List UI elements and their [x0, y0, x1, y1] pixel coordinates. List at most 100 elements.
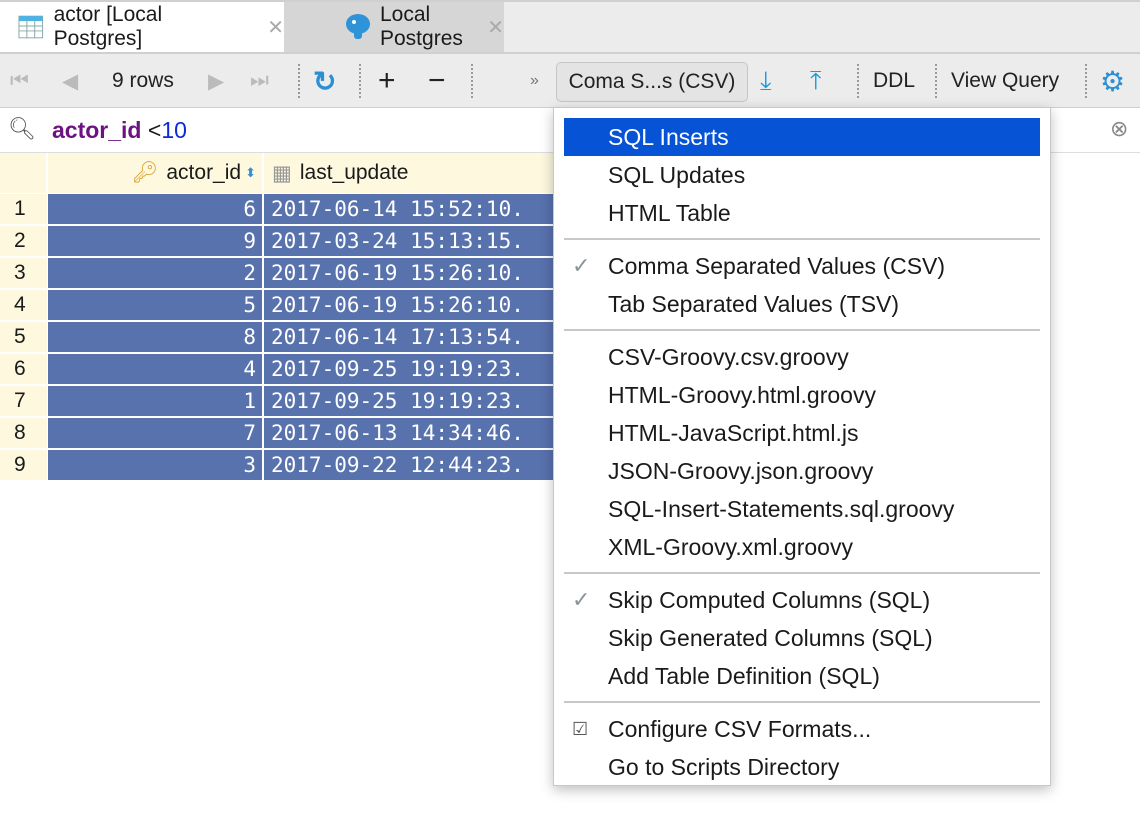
- menu-item-label: HTML-Groovy.html.groovy: [608, 382, 876, 408]
- menu-item-label: HTML Table: [608, 200, 731, 226]
- menu-item-label: Add Table Definition (SQL): [608, 663, 880, 689]
- more-icon[interactable]: »: [530, 54, 539, 108]
- menu-item-sql-updates[interactable]: SQL Updates: [564, 156, 1040, 194]
- menu-item-label: HTML-JavaScript.html.js: [608, 420, 859, 446]
- table-row[interactable]: 4 5 2017-06-19 15:26:10.: [0, 290, 560, 320]
- column-header-actor-id[interactable]: 🔑︎ actor_id ⬍: [48, 153, 264, 193]
- column-header-last-update[interactable]: ▦ last_update: [264, 153, 560, 193]
- tab-actor[interactable]: actor [Local Postgres] ✕: [0, 2, 284, 52]
- cell-last-update[interactable]: 2017-06-14 15:52:10.: [264, 194, 560, 224]
- cell-last-update[interactable]: 2017-06-19 15:26:10.: [264, 258, 560, 288]
- menu-separator: [564, 701, 1040, 703]
- menu-item-tab-separated-values-tsv[interactable]: Tab Separated Values (TSV): [564, 285, 1040, 323]
- row-number[interactable]: 6: [0, 354, 47, 384]
- table-row[interactable]: 8 7 2017-06-13 14:34:46.: [0, 418, 560, 448]
- menu-item-html-javascript-html-js[interactable]: HTML-JavaScript.html.js: [564, 414, 1040, 452]
- checkmark-icon: ✓: [572, 587, 591, 612]
- export-format-dropdown[interactable]: Coma S...s (CSV): [556, 62, 748, 102]
- clear-filter-icon[interactable]: ⊗: [1110, 116, 1128, 142]
- filter-column: actor_id: [52, 117, 142, 143]
- table-row[interactable]: 1 6 2017-06-14 15:52:10.: [0, 194, 560, 224]
- menu-item-label: Go to Scripts Directory: [608, 754, 840, 780]
- delete-row-icon[interactable]: −: [428, 54, 446, 108]
- cell-last-update[interactable]: 2017-09-22 12:44:23.: [264, 450, 560, 480]
- row-number[interactable]: 9: [0, 450, 47, 480]
- last-page-icon[interactable]: ⏭: [250, 54, 269, 108]
- menu-separator: [564, 329, 1040, 331]
- menu-item-html-table[interactable]: HTML Table: [564, 194, 1040, 232]
- table-header: 🔑︎ actor_id ⬍ ▦ last_update: [0, 153, 560, 193]
- cell-actor-id[interactable]: 3: [48, 450, 262, 480]
- table-row[interactable]: 3 2 2017-06-19 15:26:10.: [0, 258, 560, 288]
- ddl-button[interactable]: DDL: [873, 54, 915, 108]
- cell-last-update[interactable]: 2017-06-19 15:26:10.: [264, 290, 560, 320]
- menu-item-skip-computed-columns-sql[interactable]: ✓ Skip Computed Columns (SQL): [564, 581, 1040, 619]
- download-icon[interactable]: ⤓: [760, 54, 772, 108]
- toolbar: ⏮ ◀ 9 rows ▶ ⏭ ↻ + − » Coma S...s (CSV) …: [0, 54, 1140, 108]
- row-number[interactable]: 8: [0, 418, 47, 448]
- gear-icon[interactable]: ⚙: [1100, 54, 1125, 108]
- menu-item-label: SQL Inserts: [608, 124, 729, 150]
- search-history-icon[interactable]: 🔍︎: [8, 116, 36, 142]
- menu-item-html-groovy-html-groovy[interactable]: HTML-Groovy.html.groovy: [564, 376, 1040, 414]
- view-query-button[interactable]: View Query: [951, 54, 1059, 108]
- menu-item-label: JSON-Groovy.json.groovy: [608, 458, 874, 484]
- menu-item-json-groovy-json-groovy[interactable]: JSON-Groovy.json.groovy: [564, 452, 1040, 490]
- menu-item-csv-groovy-csv-groovy[interactable]: CSV-Groovy.csv.groovy: [564, 338, 1040, 376]
- table-row[interactable]: 9 3 2017-09-22 12:44:23.: [0, 450, 560, 480]
- row-number[interactable]: 2: [0, 226, 47, 256]
- menu-item-sql-insert-statements-sql-groovy[interactable]: SQL-Insert-Statements.sql.groovy: [564, 490, 1040, 528]
- first-page-icon[interactable]: ⏮: [10, 54, 29, 108]
- upload-icon[interactable]: ⤒: [810, 54, 822, 108]
- menu-item-label: Skip Computed Columns (SQL): [608, 587, 931, 613]
- cell-actor-id[interactable]: 5: [48, 290, 262, 320]
- filter-operator: <: [147, 117, 162, 143]
- cell-actor-id[interactable]: 4: [48, 354, 262, 384]
- cell-last-update[interactable]: 2017-09-25 19:19:23.: [264, 386, 560, 416]
- rows-count[interactable]: 9 rows: [112, 54, 174, 108]
- row-number[interactable]: 7: [0, 386, 47, 416]
- tab-local-postgres[interactable]: Local Postgres ✕: [284, 2, 504, 52]
- row-number[interactable]: 1: [0, 194, 47, 224]
- tab-label: actor [Local Postgres]: [53, 3, 163, 50]
- next-page-icon[interactable]: ▶: [208, 54, 224, 108]
- menu-item-comma-separated-values-csv[interactable]: ✓ Comma Separated Values (CSV): [564, 247, 1040, 285]
- tab-label: Local Postgres: [380, 3, 463, 50]
- cell-last-update[interactable]: 2017-06-13 14:34:46.: [264, 418, 560, 448]
- menu-item-skip-generated-columns-sql[interactable]: Skip Generated Columns (SQL): [564, 619, 1040, 657]
- previous-page-icon[interactable]: ◀: [62, 54, 78, 108]
- table-row[interactable]: 2 9 2017-03-24 15:13:15.: [0, 226, 560, 256]
- row-number[interactable]: 5: [0, 322, 47, 352]
- primary-key-icon: 🔑︎: [131, 161, 159, 184]
- table-row[interactable]: 6 4 2017-09-25 19:19:23.: [0, 354, 560, 384]
- menu-item-go-to-scripts-directory[interactable]: Go to Scripts Directory: [564, 748, 1040, 786]
- checklist-icon: ☑: [572, 719, 589, 739]
- menu-item-label: Configure CSV Formats...: [608, 716, 872, 742]
- cell-actor-id[interactable]: 7: [48, 418, 262, 448]
- cell-last-update[interactable]: 2017-06-14 17:13:54.: [264, 322, 560, 352]
- cell-last-update[interactable]: 2017-03-24 15:13:15.: [264, 226, 560, 256]
- cell-actor-id[interactable]: 8: [48, 322, 262, 352]
- cell-actor-id[interactable]: 6: [48, 194, 262, 224]
- close-icon[interactable]: ✕: [267, 15, 284, 40]
- refresh-icon[interactable]: ↻: [313, 54, 336, 108]
- cell-actor-id[interactable]: 9: [48, 226, 262, 256]
- add-row-icon[interactable]: +: [378, 54, 396, 108]
- close-icon[interactable]: ✕: [487, 15, 504, 40]
- filter-input[interactable]: actor_id <10: [52, 117, 187, 144]
- table-row[interactable]: 5 8 2017-06-14 17:13:54.: [0, 322, 560, 352]
- cell-actor-id[interactable]: 2: [48, 258, 262, 288]
- table-row[interactable]: 7 1 2017-09-25 19:19:23.: [0, 386, 560, 416]
- sort-icon[interactable]: ⬍: [245, 165, 256, 181]
- menu-item-label: SQL Updates: [608, 162, 746, 188]
- menu-item-xml-groovy-xml-groovy[interactable]: XML-Groovy.xml.groovy: [564, 528, 1040, 566]
- cell-last-update[interactable]: 2017-09-25 19:19:23.: [264, 354, 560, 384]
- menu-separator: [564, 572, 1040, 574]
- cell-actor-id[interactable]: 1: [48, 386, 262, 416]
- row-number[interactable]: 4: [0, 290, 47, 320]
- row-number[interactable]: 3: [0, 258, 47, 288]
- menu-item-add-table-definition-sql[interactable]: Add Table Definition (SQL): [564, 657, 1040, 695]
- menu-item-sql-inserts[interactable]: SQL Inserts: [564, 118, 1040, 156]
- menu-item-label: SQL-Insert-Statements.sql.groovy: [608, 496, 955, 522]
- menu-item-configure-csv-formats[interactable]: ☑ Configure CSV Formats...: [564, 710, 1040, 748]
